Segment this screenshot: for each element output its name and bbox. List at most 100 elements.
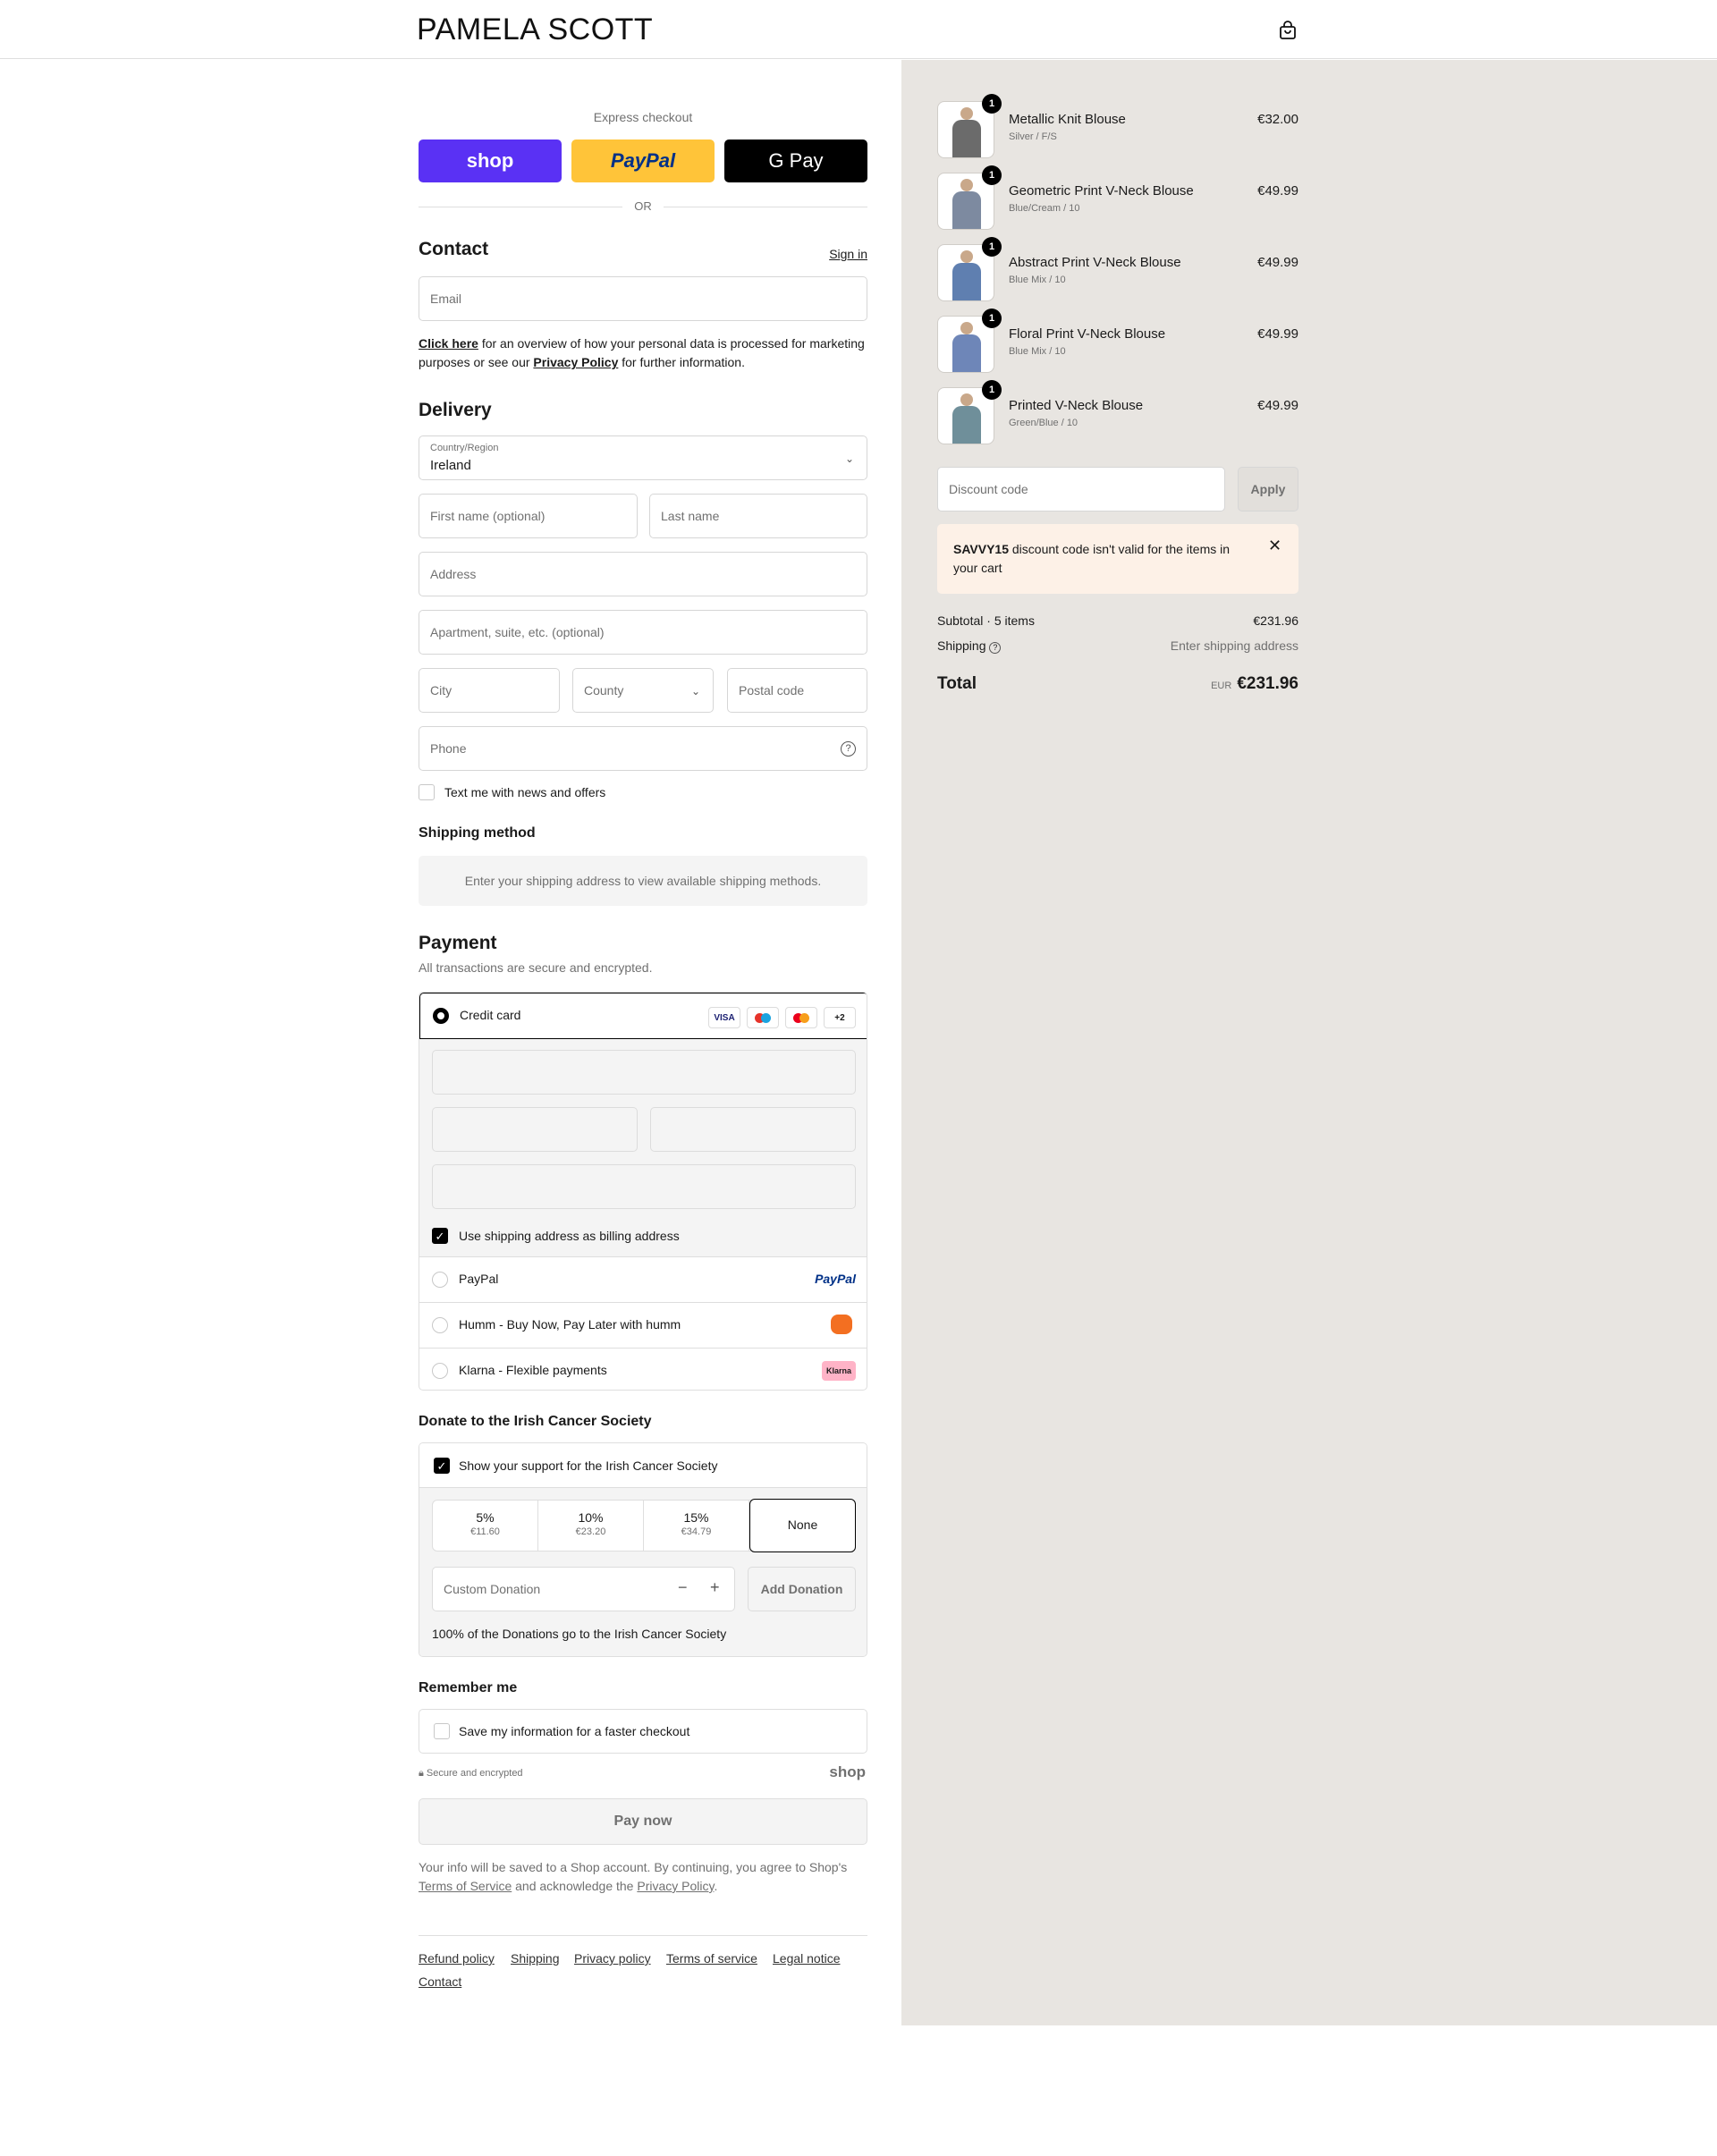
product-variant: Green/Blue / 10: [1009, 418, 1078, 428]
quantity-badge: 1: [982, 237, 1002, 257]
custom-donation-field[interactable]: Custom Donation − +: [432, 1567, 735, 1611]
total-value: EUR €231.96: [1211, 674, 1298, 693]
address-field[interactable]: Address: [419, 552, 867, 596]
security-code-field[interactable]: [650, 1107, 856, 1152]
paypal-button[interactable]: PayPal: [571, 140, 715, 182]
subtotal-label: Subtotal · 5 items: [937, 613, 1035, 628]
email-field[interactable]: Email: [419, 276, 867, 321]
expiry-field[interactable]: [432, 1107, 638, 1152]
text-me-label: Text me with news and offers: [444, 785, 606, 799]
billing-same-label: Use shipping address as billing address: [459, 1229, 680, 1243]
chevron-down-icon: ⌄: [690, 685, 700, 698]
donation-5-percent[interactable]: 5% €11.60: [433, 1501, 538, 1551]
shipping-label: Shipping ?: [937, 638, 1002, 654]
county-select[interactable]: County ⌄: [572, 668, 714, 713]
shop-logo: shop: [829, 1763, 866, 1780]
card-number-field[interactable]: [432, 1050, 856, 1095]
brand-logo[interactable]: PAMELA SCOTT: [417, 13, 653, 47]
apply-discount-button[interactable]: Apply: [1238, 467, 1298, 512]
apartment-field[interactable]: Apartment, suite, etc. (optional): [419, 610, 867, 655]
discount-error-alert: SAVVY15 discount code isn't valid for th…: [937, 524, 1298, 594]
product-price: €32.00: [1257, 112, 1298, 127]
shipping-value: Enter shipping address: [1170, 638, 1298, 653]
privacy-policy-link[interactable]: Privacy Policy: [533, 355, 618, 369]
save-info-row[interactable]: Save my information for a faster checkou…: [419, 1709, 867, 1754]
shipping-method-heading: Shipping method: [419, 825, 536, 841]
help-icon[interactable]: ?: [841, 741, 856, 757]
google-pay-button[interactable]: G Pay: [724, 140, 867, 182]
plus-icon[interactable]: +: [710, 1578, 720, 1597]
product-variant: Blue/Cream / 10: [1009, 203, 1080, 214]
postal-code-field[interactable]: Postal code: [727, 668, 867, 713]
donation-15-percent[interactable]: 15% €34.79: [644, 1501, 749, 1551]
donation-support-row[interactable]: ✓ Show your support for the Irish Cancer…: [419, 1443, 867, 1488]
privacy-policy-link[interactable]: Privacy Policy: [637, 1879, 714, 1893]
minus-icon[interactable]: −: [678, 1578, 688, 1597]
product-variant: Blue Mix / 10: [1009, 346, 1066, 357]
lock-icon: 🔒︎: [419, 1768, 424, 1779]
product-name: Metallic Knit Blouse: [1009, 112, 1126, 127]
billing-same-checkbox[interactable]: ✓: [432, 1228, 448, 1244]
product-name: Abstract Print V-Neck Blouse: [1009, 255, 1181, 270]
privacy-policy-footer-link[interactable]: Privacy policy: [574, 1951, 651, 1966]
donation-options: 5% €11.60 10% €23.20 15% €34.79 None Custom…: [419, 1488, 867, 1656]
privacy-notice: Click here for an overview of how your p…: [419, 336, 865, 369]
klarna-radio[interactable]: [432, 1363, 448, 1379]
order-item: 1 Metallic Knit Blouse Silver / F/S €32.00: [937, 94, 1298, 158]
humm-radio[interactable]: [432, 1317, 448, 1333]
mastercard-icon: [785, 1007, 817, 1028]
quantity-badge: 1: [982, 380, 1002, 400]
product-variant: Blue Mix / 10: [1009, 275, 1066, 285]
donation-10-percent[interactable]: 10% €23.20: [538, 1501, 644, 1551]
text-me-checkbox[interactable]: [419, 784, 435, 800]
name-on-card-field[interactable]: [432, 1164, 856, 1209]
paypal-radio[interactable]: [432, 1272, 448, 1288]
add-donation-button[interactable]: Add Donation: [748, 1567, 856, 1611]
credit-card-option[interactable]: Credit card VISA +2: [419, 993, 867, 1039]
refund-policy-link[interactable]: Refund policy: [419, 1951, 495, 1966]
product-price: €49.99: [1257, 255, 1298, 270]
klarna-option[interactable]: Klarna - Flexible payments Klarna: [419, 1348, 867, 1390]
site-header: PAMELA SCOTT: [0, 0, 1717, 59]
click-here-link[interactable]: Click here: [419, 336, 478, 351]
legal-notice-link[interactable]: Legal notice: [773, 1951, 841, 1966]
pay-now-button[interactable]: Pay now: [419, 1798, 867, 1845]
footer-divider: [419, 1935, 867, 1936]
terms-of-service-footer-link[interactable]: Terms of service: [666, 1951, 757, 1966]
subtotal-value: €231.96: [1253, 613, 1298, 628]
maestro-icon: [747, 1007, 779, 1028]
city-field[interactable]: City: [419, 668, 560, 713]
delivery-heading: Delivery: [419, 400, 492, 420]
first-name-field[interactable]: First name (optional): [419, 494, 638, 538]
humm-option[interactable]: Humm - Buy Now, Pay Later with humm: [419, 1302, 867, 1348]
shipping-link[interactable]: Shipping: [511, 1951, 560, 1966]
visa-icon: VISA: [708, 1007, 740, 1028]
secure-note: 🔒︎ Secure and encrypted: [419, 1768, 523, 1779]
payment-methods: Credit card VISA +2 ✓ Use shipping addre…: [419, 992, 867, 1391]
last-name-field[interactable]: Last name: [649, 494, 867, 538]
credit-card-radio[interactable]: [433, 1008, 449, 1024]
contact-link[interactable]: Contact: [419, 1974, 461, 1989]
product-variant: Silver / F/S: [1009, 131, 1057, 142]
close-icon[interactable]: ✕: [1268, 537, 1281, 555]
phone-field[interactable]: Phone ?: [419, 726, 867, 771]
order-item: 1 Geometric Print V-Neck Blouse Blue/Cream…: [937, 165, 1298, 230]
product-price: €49.99: [1257, 398, 1298, 413]
paypal-option[interactable]: PayPal PayPal: [419, 1256, 867, 1302]
order-item: 1 Printed V-Neck Blouse Green/Blue / 10 €49…: [937, 380, 1298, 444]
donation-none-button[interactable]: None: [749, 1499, 856, 1552]
product-name: Printed V-Neck Blouse: [1009, 398, 1144, 413]
total-label: Total: [937, 674, 977, 693]
discount-code-field[interactable]: Discount code: [937, 467, 1225, 512]
product-price: €49.99: [1257, 183, 1298, 199]
country-select[interactable]: Country/Region Ireland ⌄: [419, 435, 867, 480]
donate-heading: Donate to the Irish Cancer Society: [419, 1414, 652, 1429]
shop-pay-button[interactable]: shop: [419, 140, 562, 182]
shopping-bag-icon[interactable]: [1277, 20, 1298, 41]
terms-of-service-link[interactable]: Terms of Service: [419, 1879, 512, 1893]
donation-support-checkbox[interactable]: ✓: [434, 1458, 450, 1474]
donation-note: 100% of the Donations go to the Irish Ca…: [432, 1627, 727, 1641]
sign-in-link[interactable]: Sign in: [829, 247, 867, 261]
save-info-checkbox[interactable]: [434, 1723, 450, 1739]
help-icon[interactable]: ?: [989, 642, 1002, 654]
